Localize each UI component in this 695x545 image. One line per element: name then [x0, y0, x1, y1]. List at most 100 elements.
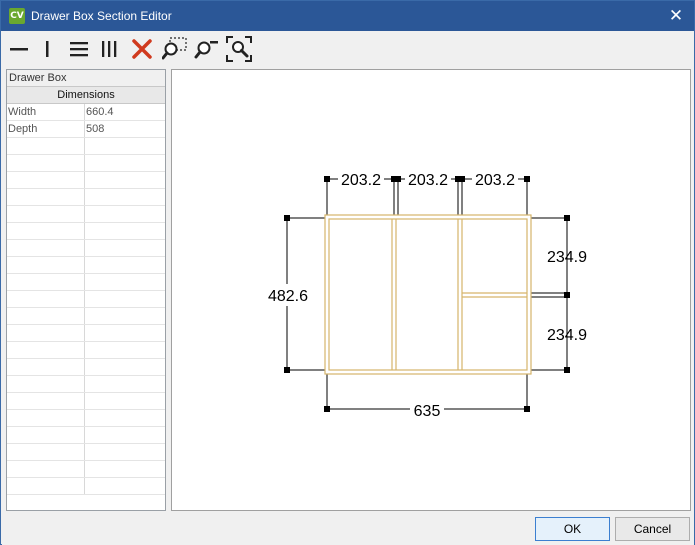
- drawing-canvas[interactable]: 203.2 203.2 203.2 482.6 234.9 234.9 635: [171, 69, 691, 511]
- empty-cell: [85, 257, 165, 273]
- dim-point: [564, 367, 570, 373]
- bottom-dim: 635: [414, 403, 441, 420]
- empty-cell: [85, 427, 165, 443]
- empty-cell: [85, 308, 165, 324]
- dim-point: [284, 215, 290, 221]
- empty-cell: [7, 478, 85, 494]
- delete-button[interactable]: [129, 36, 155, 62]
- empty-cell: [7, 461, 85, 477]
- empty-cell: [7, 172, 85, 188]
- property-row-depth[interactable]: Depth 508: [7, 121, 165, 138]
- empty-cell: [85, 138, 165, 154]
- ok-button[interactable]: OK: [535, 517, 610, 541]
- empty-cell: [7, 189, 85, 205]
- vertical-grid-button[interactable]: [96, 36, 122, 62]
- window-title: Drawer Box Section Editor: [31, 9, 172, 23]
- zoom-extents-button[interactable]: [226, 36, 252, 62]
- property-value[interactable]: 660.4: [85, 104, 165, 120]
- empty-cell: [7, 308, 85, 324]
- property-value[interactable]: 508: [85, 121, 165, 137]
- title-bar[interactable]: CV Drawer Box Section Editor ✕: [1, 1, 694, 31]
- property-row-width[interactable]: Width 660.4: [7, 104, 165, 121]
- empty-grid-row: [7, 478, 165, 495]
- left-dim: 482.6: [268, 288, 308, 305]
- empty-grid-row: [7, 189, 165, 206]
- dim-point: [324, 406, 330, 412]
- dim-point: [564, 292, 570, 298]
- dimensions-header: Dimensions: [7, 87, 165, 104]
- zoom-window-button[interactable]: [162, 36, 188, 62]
- empty-grid-row: [7, 308, 165, 325]
- empty-cell: [7, 427, 85, 443]
- panel-title: Drawer Box: [7, 70, 165, 87]
- app-icon: CV: [9, 8, 25, 24]
- horizontal-divider-icon: [10, 48, 28, 51]
- delete-icon: [132, 39, 152, 59]
- dim-point: [459, 176, 465, 182]
- empty-grid-row: [7, 444, 165, 461]
- zoom-window-icon: [162, 37, 187, 60]
- empty-cell: [85, 223, 165, 239]
- zoom-out-button[interactable]: [194, 36, 220, 62]
- properties-panel: Drawer Box Dimensions Width 660.4 Depth …: [6, 69, 166, 511]
- top-dim-2: 203.2: [408, 172, 448, 189]
- empty-cell: [85, 325, 165, 341]
- empty-cell: [85, 410, 165, 426]
- drawer-box-drawing: 203.2 203.2 203.2 482.6 234.9 234.9 635: [266, 169, 587, 420]
- empty-cell: [85, 291, 165, 307]
- empty-grid-row: [7, 257, 165, 274]
- right-dim-2: 234.9: [547, 327, 587, 344]
- empty-grid-row: [7, 376, 165, 393]
- zoom-extents-icon: [226, 36, 252, 62]
- dim-point: [395, 176, 401, 182]
- empty-grid-row: [7, 172, 165, 189]
- top-dim-1: 203.2: [341, 172, 381, 189]
- empty-cell: [85, 342, 165, 358]
- empty-cell: [7, 257, 85, 273]
- empty-grid-row: [7, 325, 165, 342]
- vertical-grid-icon: [102, 41, 117, 57]
- empty-cell: [7, 138, 85, 154]
- empty-grid-row: [7, 155, 165, 172]
- empty-grid-row: [7, 410, 165, 427]
- empty-cell: [85, 206, 165, 222]
- empty-grid-row: [7, 461, 165, 478]
- empty-cell: [7, 410, 85, 426]
- empty-cell: [85, 274, 165, 290]
- empty-cell: [7, 155, 85, 171]
- empty-grid-row: [7, 138, 165, 155]
- empty-cell: [85, 240, 165, 256]
- right-dim-1: 234.9: [547, 249, 587, 266]
- empty-grid-row: [7, 427, 165, 444]
- empty-cell: [7, 393, 85, 409]
- close-button[interactable]: ✕: [658, 1, 694, 31]
- empty-cell: [85, 172, 165, 188]
- empty-grid-row: [7, 393, 165, 410]
- empty-cell: [7, 206, 85, 222]
- horizontal-grid-button[interactable]: [66, 36, 92, 62]
- dim-point: [324, 176, 330, 182]
- properties-grid: Width 660.4 Depth 508: [7, 104, 165, 495]
- drawer-outline: [324, 214, 532, 375]
- empty-cell: [85, 155, 165, 171]
- cancel-button[interactable]: Cancel: [615, 517, 690, 541]
- toolbar: [2, 32, 694, 66]
- empty-cell: [7, 240, 85, 256]
- dim-point: [524, 176, 530, 182]
- property-label: Depth: [7, 121, 85, 137]
- empty-cell: [85, 393, 165, 409]
- horizontal-divider-button[interactable]: [6, 36, 32, 62]
- empty-cell: [85, 461, 165, 477]
- empty-grid-row: [7, 274, 165, 291]
- empty-cell: [85, 444, 165, 460]
- empty-cell: [7, 359, 85, 375]
- empty-grid-row: [7, 240, 165, 257]
- vertical-divider-button[interactable]: [34, 36, 60, 62]
- dim-point: [524, 406, 530, 412]
- empty-cell: [85, 478, 165, 494]
- dialog-window: CV Drawer Box Section Editor ✕ Drawer Bo…: [0, 0, 695, 545]
- empty-cell: [7, 342, 85, 358]
- empty-grid-row: [7, 223, 165, 240]
- empty-grid-row: [7, 291, 165, 308]
- empty-cell: [85, 189, 165, 205]
